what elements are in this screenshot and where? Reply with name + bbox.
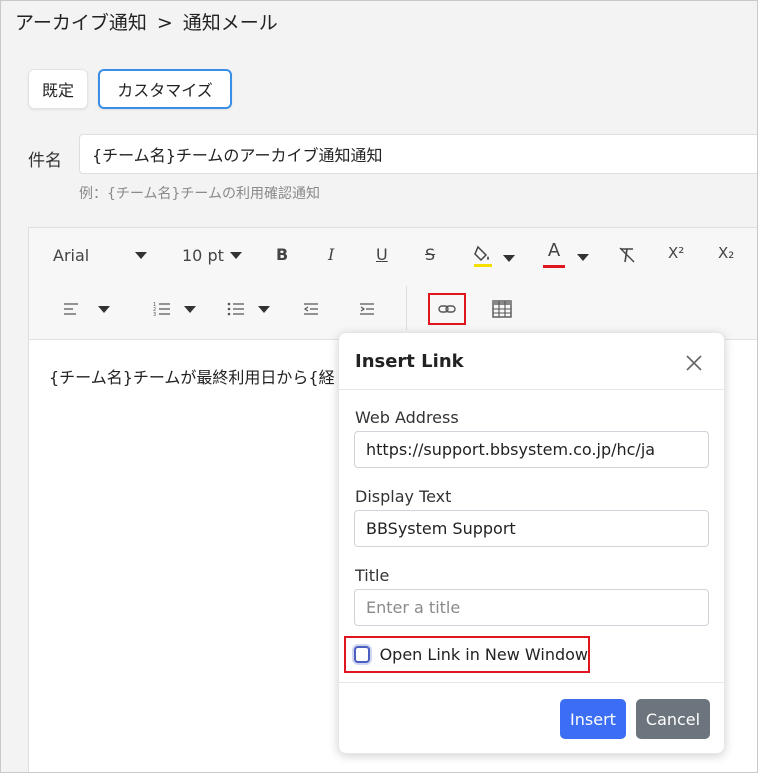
table-icon [492,300,512,318]
insert-button[interactable]: Insert [560,699,626,739]
breadcrumb: アーカイブ通知 > 通知メール [15,8,278,35]
underline-button[interactable]: U [376,245,388,264]
new-window-label[interactable]: Open Link in New Window [380,645,588,664]
outdent-button[interactable] [303,302,319,316]
new-window-checkbox[interactable] [354,646,370,663]
chevron-down-icon [577,254,589,261]
subscript-icon: X₂ [718,244,735,262]
link-icon [438,305,456,313]
strikethrough-button[interactable]: S [425,245,435,264]
subscript-button[interactable]: X₂ [718,244,734,262]
align-left-icon [64,303,78,315]
subject-hint: 例：{チーム名}チームの利用確認通知 [79,186,320,202]
bold-icon: B [276,245,289,264]
superscript-button[interactable]: X² [668,244,684,262]
cancel-button[interactable]: Cancel [636,699,710,739]
customize-template-button[interactable]: カスタマイズ [98,69,232,109]
display-text-label: Display Text [355,487,452,506]
font-size-value: 10 pt [182,246,224,265]
dialog-header: Insert Link [339,333,724,390]
editor-toolbar: Arial 10 pt B I U S A X² X₂ 1 2 3 [29,228,757,340]
font-family-select[interactable]: Arial [53,246,148,265]
clear-format-button[interactable] [617,245,637,265]
superscript-icon: X² [668,244,685,262]
font-color-swatch [543,265,565,268]
dialog-title: Insert Link [355,351,464,372]
indent-icon [360,303,374,315]
bold-button[interactable]: B [276,245,288,264]
display-text-input[interactable] [354,510,709,547]
app-window: アーカイブ通知 > 通知メール 既定 カスタマイズ 件名 {チーム名}チームのアーカ… [0,0,758,773]
toolbar-divider [406,286,407,330]
chevron-down-icon [229,252,242,259]
font-size-select[interactable]: 10 pt [182,246,242,265]
web-address-input[interactable] [354,431,709,468]
indent-button[interactable] [359,302,375,316]
dialog-footer: Insert Cancel [339,682,724,755]
insert-link-dialog: Insert Link Web Address Display Text Tit… [338,332,725,754]
insert-table-button[interactable] [492,300,512,318]
close-icon[interactable] [684,353,704,373]
chevron-down-icon [98,305,110,313]
breadcrumb-current: 通知メール [182,12,278,34]
subject-label: 件名 [28,151,62,171]
subject-input[interactable]: {チーム名}チームのアーカイブ通知通知 [79,134,757,174]
chevron-down-icon [258,305,270,313]
font-color-button[interactable]: A [543,241,589,268]
font-family-value: Arial [53,246,90,265]
chevron-down-icon [135,252,148,259]
svg-text:3: 3 [153,312,156,317]
insert-link-button[interactable] [428,293,466,325]
italic-button[interactable]: I [328,245,334,264]
italic-icon: I [328,245,335,264]
ordered-list-icon: 1 2 3 [153,302,170,317]
unordered-list-select[interactable] [227,301,270,317]
align-select[interactable] [63,302,110,316]
chevron-down-icon [503,254,515,262]
ordered-list-select[interactable]: 1 2 3 [153,301,196,317]
breadcrumb-parent[interactable]: アーカイブ通知 [15,12,147,34]
bullet-list-icon [227,302,244,316]
title-input[interactable] [354,589,709,626]
default-template-button[interactable]: 既定 [28,69,88,109]
font-color-icon: A [547,240,561,261]
breadcrumb-separator: > [156,12,173,34]
outdent-icon [303,303,318,315]
highlight-color-button[interactable] [473,244,515,268]
clear-format-icon [619,247,635,263]
paint-bucket-icon [474,245,492,267]
chevron-down-icon [184,305,196,313]
editor-body-text[interactable]: {チーム名}チームが最終利用日から{経 [49,364,335,388]
strikethrough-icon: S [425,245,436,264]
new-window-option[interactable]: Open Link in New Window [344,636,590,673]
web-address-label: Web Address [355,408,459,427]
title-label: Title [355,566,390,585]
underline-icon: U [376,245,388,264]
